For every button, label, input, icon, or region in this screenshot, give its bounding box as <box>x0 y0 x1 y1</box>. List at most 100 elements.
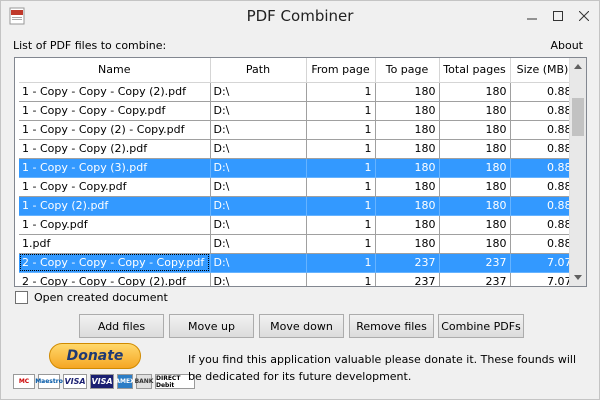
to-page-cell: 237 <box>375 253 440 273</box>
move-up-button[interactable]: Move up <box>169 314 254 338</box>
table-row[interactable]: 1 - Copy - Copy - Copy.pdf D:\ 1 180 180 0.88 <box>19 101 576 121</box>
open-created-document-option[interactable]: Open created document <box>15 291 168 304</box>
from-page-cell: 1 <box>306 215 376 235</box>
table-row[interactable]: 1 - Copy - Copy (2).pdf D:\ 1 180 180 0.88 <box>19 139 576 159</box>
to-page-cell: 180 <box>375 82 440 102</box>
total-pages-cell: 180 <box>439 215 511 235</box>
open-created-checkbox[interactable] <box>15 291 28 304</box>
size-cell: 0.88 <box>510 215 576 235</box>
scrollbar-thumb[interactable] <box>572 98 584 136</box>
path-cell: D:\ <box>210 101 307 121</box>
name-cell: 1 - Copy - Copy (3).pdf <box>19 158 211 178</box>
from-page-cell: 1 <box>306 158 376 178</box>
name-cell: 1 - Copy - Copy - Copy (2).pdf <box>19 82 211 102</box>
to-page-cell: 180 <box>375 101 440 121</box>
size-cell: 7.07 <box>510 272 576 286</box>
table-row[interactable]: 1 - Copy - Copy - Copy (2).pdf D:\ 1 180 180… <box>19 82 576 102</box>
column-header-to-page[interactable]: To page <box>375 58 440 83</box>
table-row[interactable]: 2 - Copy - Copy - Copy (2).pdf D:\ 1 237 237… <box>19 272 576 286</box>
from-page-cell: 1 <box>306 234 376 254</box>
path-cell: D:\ <box>210 234 307 254</box>
name-cell: 1 - Copy.pdf <box>19 215 211 235</box>
path-cell: D:\ <box>210 272 307 286</box>
size-cell: 0.88 <box>510 196 576 216</box>
mastercard-icon: MC <box>13 374 35 389</box>
name-cell: 1 - Copy - Copy - Copy.pdf <box>19 101 211 121</box>
bank-icon: BANK <box>135 374 153 389</box>
column-header-size[interactable]: Size (MB) <box>510 58 576 83</box>
scroll-down-button[interactable] <box>570 269 586 286</box>
total-pages-cell: 180 <box>439 120 511 140</box>
window-title: PDF Combiner <box>246 7 354 25</box>
list-label: List of PDF files to combine: <box>13 39 167 52</box>
table-header: Name Path From page To page Total pages … <box>19 58 576 83</box>
title-bar: PDF Combiner <box>1 1 599 32</box>
from-page-cell: 1 <box>306 101 376 121</box>
to-page-cell: 180 <box>375 196 440 216</box>
maximize-icon <box>553 11 563 21</box>
combine-pdfs-button[interactable]: Combine PDFs <box>438 314 524 338</box>
from-page-cell: 1 <box>306 139 376 159</box>
close-button[interactable] <box>571 5 597 27</box>
from-page-cell: 1 <box>306 196 376 216</box>
column-header-name[interactable]: Name <box>19 58 211 83</box>
total-pages-cell: 180 <box>439 158 511 178</box>
size-cell: 0.88 <box>510 82 576 102</box>
name-cell: 1 - Copy - Copy (2) - Copy.pdf <box>19 120 211 140</box>
close-icon <box>579 11 589 21</box>
to-page-cell: 237 <box>375 272 440 286</box>
total-pages-cell: 180 <box>439 139 511 159</box>
remove-files-button[interactable]: Remove files <box>349 314 434 338</box>
table-row[interactable]: 1 - Copy (2).pdf D:\ 1 180 180 0.88 <box>19 196 576 216</box>
app-window: PDF Combiner List of PDF files to combin… <box>0 0 600 400</box>
column-header-total-pages[interactable]: Total pages <box>439 58 511 83</box>
files-grid[interactable]: Name Path From page To page Total pages … <box>14 57 587 287</box>
donate-message: If you find this application valuable pl… <box>188 353 577 383</box>
table-row[interactable]: 2 - Copy - Copy - Copy - Copy.pdf D:\ 1 237… <box>19 253 576 273</box>
to-page-cell: 180 <box>375 120 440 140</box>
table-row[interactable]: 1 - Copy - Copy.pdf D:\ 1 180 180 0.88 <box>19 177 576 197</box>
to-page-cell: 180 <box>375 215 440 235</box>
maximize-button[interactable] <box>545 5 571 27</box>
size-cell: 0.88 <box>510 120 576 140</box>
size-cell: 0.88 <box>510 139 576 159</box>
from-page-cell: 1 <box>306 272 376 286</box>
add-files-button[interactable]: Add files <box>79 314 164 338</box>
path-cell: D:\ <box>210 196 307 216</box>
from-page-cell: 1 <box>306 82 376 102</box>
path-cell: D:\ <box>210 82 307 102</box>
to-page-cell: 180 <box>375 139 440 159</box>
move-down-button[interactable]: Move down <box>259 314 344 338</box>
name-cell: 2 - Copy - Copy - Copy - Copy.pdf <box>19 253 211 273</box>
total-pages-cell: 237 <box>439 253 511 273</box>
size-cell: 0.88 <box>510 101 576 121</box>
path-cell: D:\ <box>210 139 307 159</box>
table-row[interactable]: 1 - Copy - Copy (3).pdf D:\ 1 180 180 0.88 <box>19 158 576 178</box>
from-page-cell: 1 <box>306 177 376 197</box>
path-cell: D:\ <box>210 120 307 140</box>
donate-button[interactable]: Donate <box>49 343 141 369</box>
table-row[interactable]: 1.pdf D:\ 1 180 180 0.88 <box>19 234 576 254</box>
name-cell: 1 - Copy - Copy.pdf <box>19 177 211 197</box>
minimize-button[interactable] <box>519 5 545 27</box>
about-link[interactable]: About <box>550 39 583 52</box>
payment-cards: MC Maestro VISA VISA AMEX BANK DIRECT De… <box>13 374 195 390</box>
vertical-scrollbar[interactable] <box>569 58 586 286</box>
table-row[interactable]: 1 - Copy - Copy (2) - Copy.pdf D:\ 1 180 180… <box>19 120 576 140</box>
path-cell: D:\ <box>210 158 307 178</box>
column-header-from-page[interactable]: From page <box>306 58 376 83</box>
total-pages-cell: 180 <box>439 82 511 102</box>
chevron-up-icon <box>574 64 582 69</box>
open-created-label: Open created document <box>34 291 168 304</box>
visa-icon: VISA <box>63 374 87 389</box>
total-pages-cell: 180 <box>439 234 511 254</box>
size-cell: 7.07 <box>510 253 576 273</box>
name-cell: 1 - Copy - Copy (2).pdf <box>19 139 211 159</box>
amex-icon: AMEX <box>115 374 135 389</box>
table-row[interactable]: 1 - Copy.pdf D:\ 1 180 180 0.88 <box>19 215 576 235</box>
column-header-path[interactable]: Path <box>210 58 307 83</box>
scroll-up-button[interactable] <box>570 58 586 75</box>
size-cell: 0.88 <box>510 177 576 197</box>
name-cell: 1.pdf <box>19 234 211 254</box>
total-pages-cell: 180 <box>439 101 511 121</box>
